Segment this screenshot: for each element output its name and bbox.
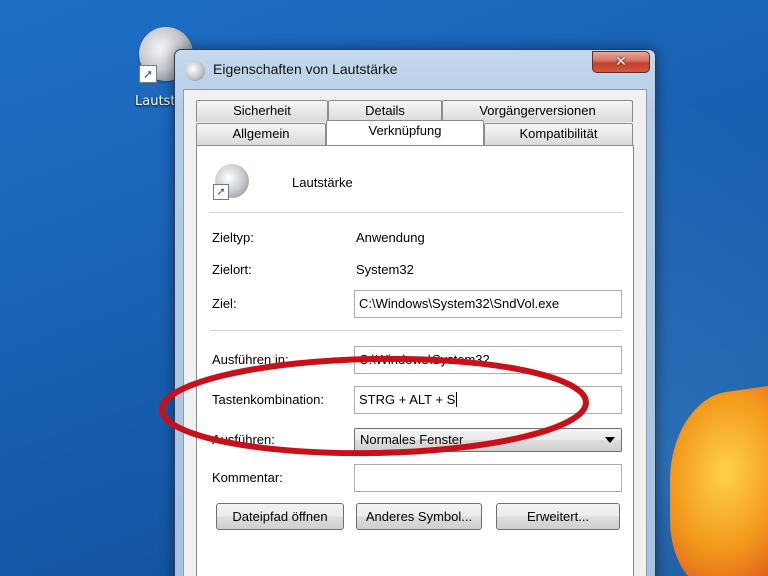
tab-details[interactable]: Details (328, 100, 442, 122)
divider (210, 330, 622, 331)
speaker-icon (185, 61, 205, 81)
advanced-button[interactable]: Erweitert... (496, 503, 620, 530)
kommentar-label: Kommentar: (212, 470, 283, 485)
change-icon-button[interactable]: Anderes Symbol... (356, 503, 482, 530)
shortcut-arrow-icon: ➚ (139, 65, 157, 83)
zieltyp-label: Zieltyp: (212, 230, 254, 245)
ausfuehren-select[interactable]: Normales Fenster (354, 428, 622, 452)
divider (210, 212, 622, 213)
app-name: Lautstärke (292, 175, 353, 190)
tastenkombination-label: Tastenkombination: (212, 392, 325, 407)
close-button[interactable]: ✕ (592, 51, 650, 73)
dropdown-caret-icon (605, 437, 615, 443)
open-path-button[interactable]: Dateipfad öffnen (216, 503, 344, 530)
zielort-label: Zielort: (212, 262, 252, 277)
tastenkombination-value: STRG + ALT + S (359, 392, 456, 407)
tab-sicherheit[interactable]: Sicherheit (196, 100, 328, 122)
title-bar[interactable]: Eigenschaften von Lautstärke ✕ (175, 50, 655, 90)
kommentar-field[interactable] (354, 464, 622, 492)
ausfuehren-in-label: Ausführen in: (212, 352, 289, 367)
close-icon: ✕ (615, 54, 627, 70)
text-cursor (456, 392, 458, 407)
ziel-label: Ziel: (212, 296, 237, 311)
tab-vorgaengerversionen[interactable]: Vorgängerversionen (442, 100, 633, 122)
zieltyp-value: Anwendung (356, 230, 425, 245)
ziel-value: C:\Windows\System32\SndVol.exe (359, 296, 560, 311)
ziel-field[interactable]: C:\Windows\System32\SndVol.exe (354, 290, 622, 318)
ausfuehren-label: Ausführen: (212, 432, 275, 447)
tab-verknuepfung[interactable]: Verknüpfung (326, 120, 484, 145)
zielort-value: System32 (356, 262, 414, 277)
desktop-icon-label: Lautst (135, 94, 176, 109)
ausfuehren-in-field[interactable]: C:\Windows\System32 (354, 346, 622, 374)
tastenkombination-field[interactable]: STRG + ALT + S (354, 386, 622, 414)
shortcut-arrow-icon: ➚ (213, 184, 229, 200)
ausfuehren-in-value: C:\Windows\System32 (359, 352, 490, 367)
ausfuehren-value: Normales Fenster (360, 432, 464, 447)
window-title: Eigenschaften von Lautstärke (213, 61, 398, 77)
tab-kompatibilitaet[interactable]: Kompatibilität (484, 123, 633, 145)
tab-allgemein[interactable]: Allgemein (196, 123, 326, 145)
app-icon: ➚ (211, 164, 251, 204)
